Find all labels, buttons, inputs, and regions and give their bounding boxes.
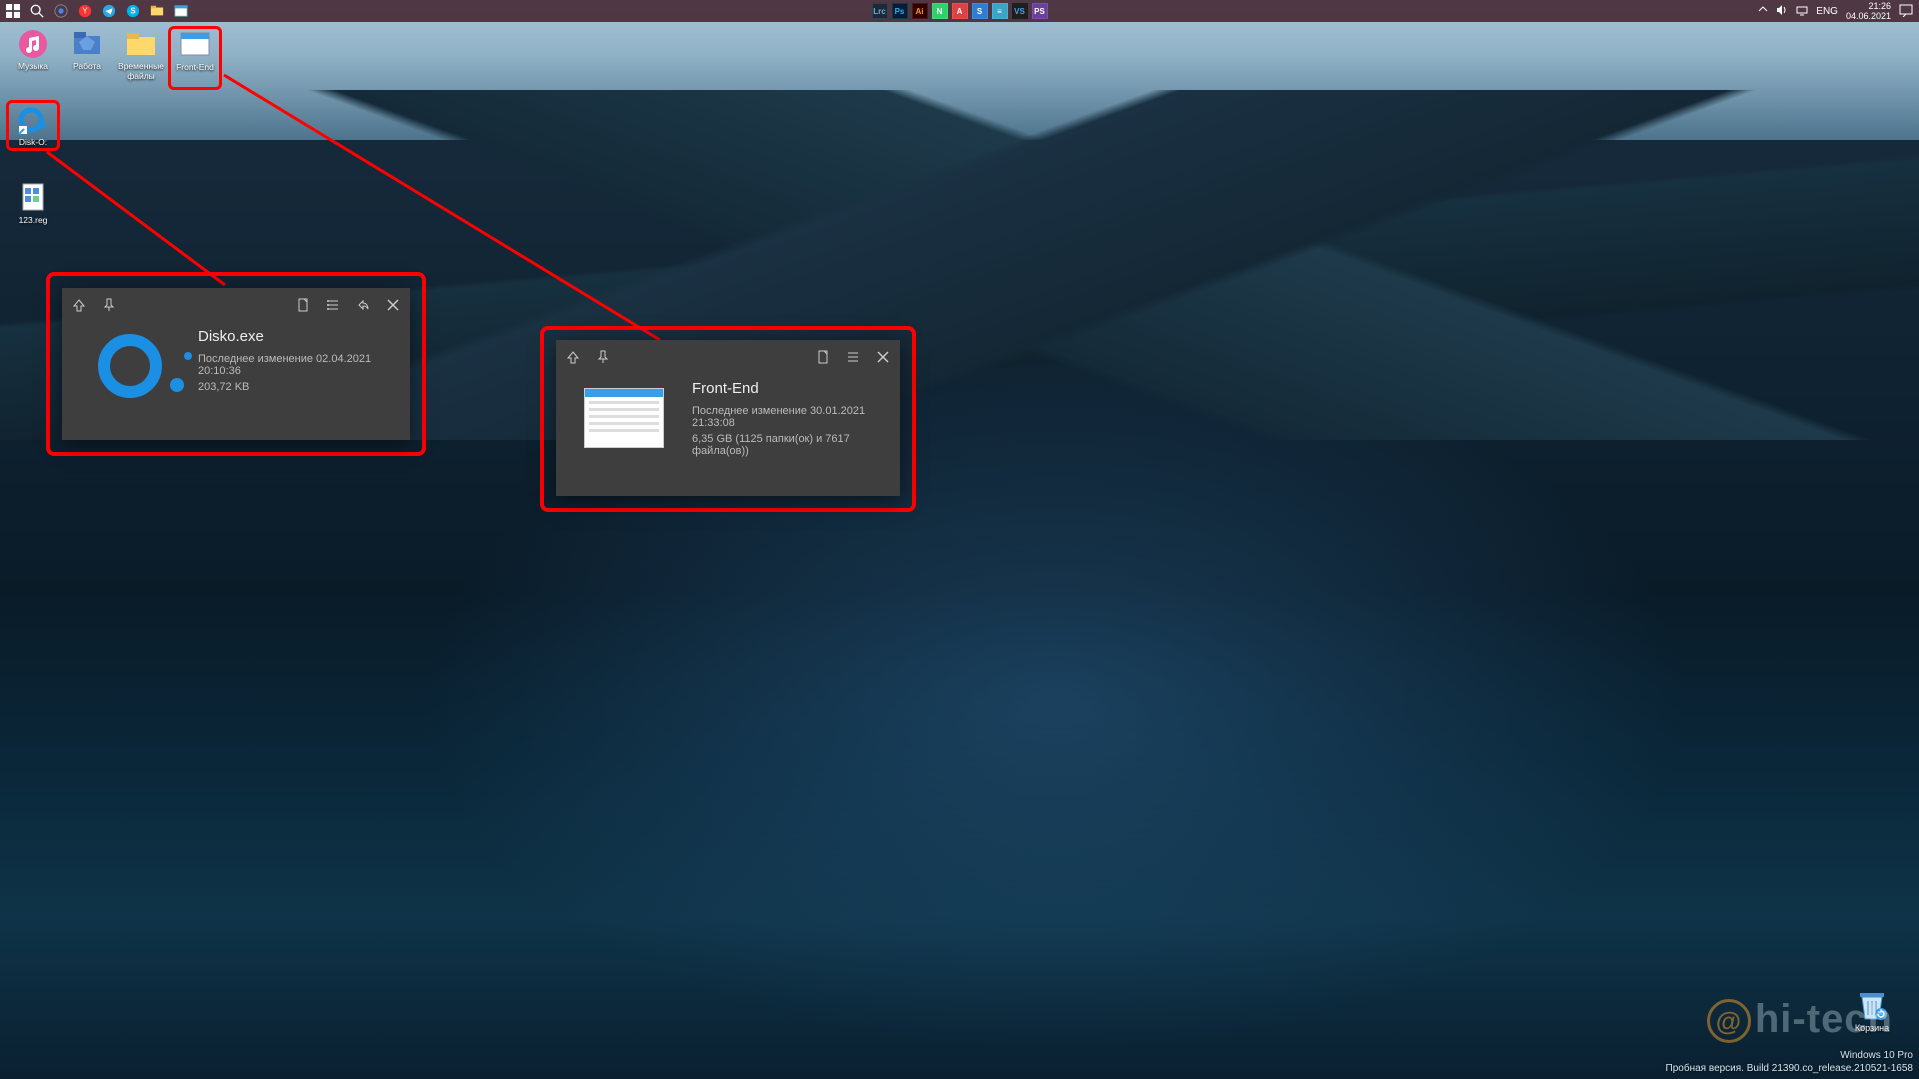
app-lightroom-icon[interactable]: Lrc — [872, 3, 888, 19]
popup-list-icon[interactable] — [326, 298, 340, 312]
popup-folder-size: 6,35 GB (1125 папки(ок) и 7617 файла(ов)… — [692, 433, 882, 457]
taskbar-center-apps: Lrc Ps Ai N A S ≡ VS PS — [872, 3, 1048, 19]
popup-folder-thumbnail — [574, 380, 674, 455]
popup-modified-date: Последнее изменение 02.04.2021 20:10:36 — [198, 353, 392, 377]
watermark-build: Пробная версия. Build 21390.co_release.2… — [1666, 1062, 1913, 1075]
at-symbol-icon: @ — [1707, 999, 1751, 1043]
tray-date: 04.06.2021 — [1846, 11, 1891, 21]
popup-modified-date: Последнее изменение 30.01.2021 21:33:08 — [692, 405, 882, 429]
tray-time: 21:26 — [1846, 1, 1891, 11]
svg-text:S: S — [130, 7, 135, 16]
popup-file-icon[interactable] — [816, 350, 830, 364]
app-phpstorm-icon[interactable]: PS — [1032, 3, 1048, 19]
tray-clock[interactable]: 21:26 04.06.2021 — [1846, 1, 1891, 21]
tray-network-icon[interactable] — [1796, 4, 1808, 19]
taskbar-app-telegram[interactable] — [98, 1, 120, 21]
windows-watermark: Windows 10 Pro Пробная версия. Build 213… — [1666, 1049, 1913, 1075]
popup-file-size: 203,72 KB — [198, 381, 392, 393]
app-n-icon[interactable]: N — [932, 3, 948, 19]
popup-close-icon[interactable] — [386, 298, 400, 312]
popup-share-icon[interactable] — [356, 298, 370, 312]
taskbar-app-explorer[interactable] — [146, 1, 168, 21]
info-popup-frontend: Front-End Последнее изменение 30.01.2021… — [556, 340, 900, 496]
taskbar-app-skype[interactable]: S — [122, 1, 144, 21]
popup-folder-name: Front-End — [692, 380, 882, 397]
tray-language[interactable]: ENG — [1816, 6, 1838, 17]
app-illustrator-icon[interactable]: Ai — [912, 3, 928, 19]
taskbar-app-yandex[interactable]: Y — [74, 1, 96, 21]
svg-text:Y: Y — [82, 7, 88, 16]
desktop[interactable]: Y S Lrc Ps Ai N A S ≡ VS PS ENG 21:26 04… — [0, 0, 1919, 1079]
tray-volume-icon[interactable] — [1776, 4, 1788, 19]
popup-app-thumbnail — [80, 328, 180, 403]
search-icon[interactable] — [26, 1, 48, 21]
popup-close-icon[interactable] — [876, 350, 890, 364]
watermark-edition: Windows 10 Pro — [1666, 1049, 1913, 1062]
taskbar: Y S Lrc Ps Ai N A S ≡ VS PS ENG 21:26 04… — [0, 0, 1919, 22]
app-list-icon[interactable]: ≡ — [992, 3, 1008, 19]
popup-list-icon[interactable] — [846, 350, 860, 364]
start-button[interactable] — [2, 1, 24, 21]
popup-file-icon[interactable] — [296, 298, 310, 312]
taskbar-app-window[interactable] — [170, 1, 192, 21]
app-photoshop-icon[interactable]: Ps — [892, 3, 908, 19]
hitech-watermark-logo: @hi-tech — [1707, 997, 1893, 1043]
taskbar-app-chrome[interactable] — [50, 1, 72, 21]
popup-up-icon[interactable] — [566, 350, 580, 364]
popup-pin-icon[interactable] — [596, 350, 610, 364]
app-a-icon[interactable]: A — [952, 3, 968, 19]
popup-up-icon[interactable] — [72, 298, 86, 312]
tray-notifications-icon[interactable] — [1899, 3, 1913, 20]
info-popup-disko: Disko.exe Последнее изменение 02.04.2021… — [62, 288, 410, 440]
popup-pin-icon[interactable] — [102, 298, 116, 312]
app-vscode-icon[interactable]: VS — [1012, 3, 1028, 19]
tray-expand-icon[interactable] — [1758, 5, 1768, 18]
popup-file-name: Disko.exe — [198, 328, 392, 345]
app-s-icon[interactable]: S — [972, 3, 988, 19]
